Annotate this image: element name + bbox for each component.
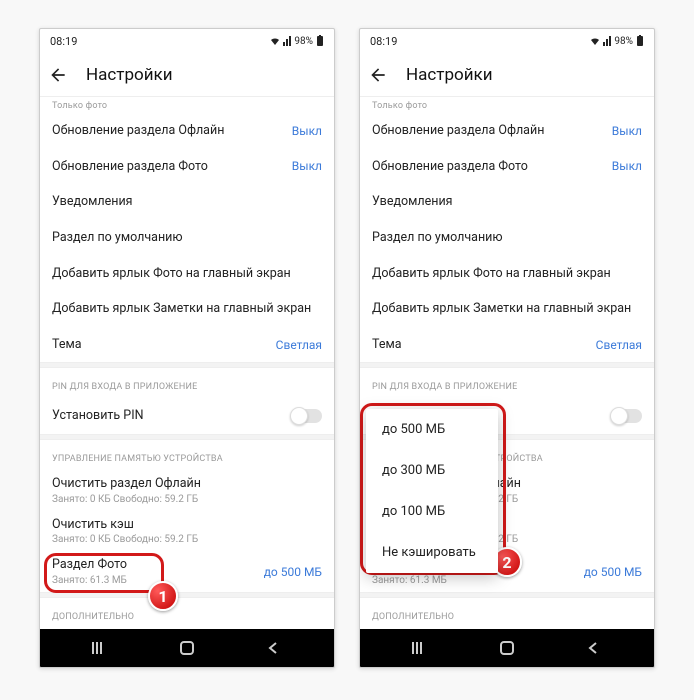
row-notifications[interactable]: Уведомления [40, 184, 334, 220]
row-set-pin[interactable]: Установить PIN [40, 398, 334, 434]
caption-pin: PIN ДЛЯ ВХОДА В ПРИЛОЖЕНИЕ [40, 368, 334, 398]
status-time: 08:19 [50, 35, 77, 48]
cache-size-popup: до 500 МБ до 300 МБ до 100 МБ Не кэширов… [366, 409, 498, 573]
row-clear-offline[interactable]: Очистить раздел Офлайн Занято: 0 КБ Своб… [40, 470, 334, 511]
row-about[interactable]: О программе [40, 628, 334, 629]
title-bar: Настройки [360, 53, 654, 97]
status-time: 08:19 [370, 35, 397, 48]
status-icons: 98% [590, 35, 644, 47]
battery-text: 98% [294, 36, 313, 47]
row-label: Тема [372, 337, 596, 353]
nav-recent-button[interactable] [396, 641, 446, 655]
caption-memory: УПРАВЛЕНИЕ ПАМЯТЬЮ УСТРОЙСТВА [40, 440, 334, 470]
row-value: Выкл [612, 124, 642, 138]
row-add-photo-shortcut[interactable]: Добавить ярлык Фото на главный экран [360, 256, 654, 292]
back-arrow-icon[interactable] [48, 65, 68, 85]
nav-home-button[interactable] [482, 640, 532, 656]
row-add-notes-shortcut[interactable]: Добавить ярлык Заметки на главный экран [360, 291, 654, 327]
popup-option-100[interactable]: до 100 МБ [366, 491, 498, 532]
row-label: Добавить ярлык Заметки на главный экран [372, 301, 642, 317]
popup-option-none[interactable]: Не кэшировать [366, 532, 498, 573]
row-label: Уведомления [372, 194, 642, 210]
row-label: Добавить ярлык Фото на главный экран [52, 266, 322, 282]
row-theme[interactable]: Тема Светлая [360, 327, 654, 363]
pin-toggle[interactable] [292, 409, 322, 423]
row-offline-update[interactable]: Обновление раздела Офлайн Выкл [360, 113, 654, 149]
caption-extra: ДОПОЛНИТЕЛЬНО [360, 598, 654, 628]
row-add-photo-shortcut[interactable]: Добавить ярлык Фото на главный экран [40, 256, 334, 292]
signal-icon [603, 36, 611, 46]
caption-extra: ДОПОЛНИТЕЛЬНО [40, 598, 334, 628]
phone-screenshot-2: 08:19 98% Настройки Только фото Обновлен… [359, 28, 655, 668]
row-value: Выкл [612, 159, 642, 173]
row-label: Очистить кэш [52, 517, 142, 533]
back-arrow-icon[interactable] [368, 65, 388, 85]
row-clear-cache[interactable]: Очистить кэш Занято: 0 КБ Свободно: 59.2… [40, 511, 334, 552]
battery-text: 98% [614, 36, 633, 47]
row-notifications[interactable]: Уведомления [360, 184, 654, 220]
row-label: Установить PIN [52, 408, 292, 424]
row-value: Выкл [292, 124, 322, 138]
row-sub: Занято: 61.3 МБ [52, 575, 264, 586]
row-sub: Занято: 61.3 МБ [372, 575, 584, 586]
row-label: Раздел Фото [52, 557, 264, 573]
caption-only-photo: Только фото [40, 97, 334, 113]
row-label: Обновление раздела Фото [372, 159, 612, 175]
status-bar: 08:19 98% [40, 29, 334, 53]
row-value: Светлая [596, 338, 642, 352]
popup-option-500[interactable]: до 500 МБ [366, 409, 498, 450]
nav-bar [40, 629, 334, 667]
row-value: Выкл [292, 159, 322, 173]
row-sub: Занято: 0 КБ Свободно: 59.2 ГБ [52, 494, 198, 505]
row-sub: Занято: 0 КБ Свободно: 59.2 ГБ [52, 534, 198, 545]
row-offline-update[interactable]: Обновление раздела Офлайн Выкл [40, 113, 334, 149]
nav-back-button[interactable] [568, 641, 618, 655]
phone-screenshot-1: 08:19 98% Настройки Только фото Обновлен… [39, 28, 335, 668]
status-bar: 08:19 98% [360, 29, 654, 53]
status-icons: 98% [270, 35, 324, 47]
wifi-icon [590, 36, 600, 46]
row-theme[interactable]: Тема Светлая [40, 327, 334, 363]
page-title: Настройки [406, 65, 493, 85]
title-bar: Настройки [40, 53, 334, 97]
row-label: Очистить раздел Офлайн [52, 476, 209, 492]
signal-icon [283, 36, 291, 46]
nav-home-button[interactable] [162, 640, 212, 656]
row-about[interactable]: О программе [360, 628, 654, 629]
row-label: Добавить ярлык Заметки на главный экран [52, 301, 322, 317]
row-add-notes-shortcut[interactable]: Добавить ярлык Заметки на главный экран [40, 291, 334, 327]
row-label: Раздел по умолчанию [372, 230, 642, 246]
row-value: до 500 МБ [264, 565, 322, 579]
row-photo-update[interactable]: Обновление раздела Фото Выкл [360, 149, 654, 185]
row-label: Обновление раздела Офлайн [372, 123, 612, 139]
popup-option-300[interactable]: до 300 МБ [366, 450, 498, 491]
row-label: Уведомления [52, 194, 322, 210]
settings-content: Только фото Обновление раздела Офлайн Вы… [40, 97, 334, 629]
caption-only-photo: Только фото [360, 97, 654, 113]
battery-icon [316, 35, 324, 47]
row-value: до 500 МБ [584, 565, 642, 579]
row-label: Обновление раздела Офлайн [52, 123, 292, 139]
row-label: Раздел по умолчанию [52, 230, 322, 246]
pin-toggle[interactable] [612, 409, 642, 423]
caption-pin: PIN ДЛЯ ВХОДА В ПРИЛОЖЕНИЕ [360, 368, 654, 398]
nav-recent-button[interactable] [76, 641, 126, 655]
row-label: Тема [52, 337, 276, 353]
row-value: Светлая [276, 338, 322, 352]
row-photo-section[interactable]: Раздел Фото Занято: 61.3 МБ до 500 МБ [40, 551, 334, 592]
row-label: Обновление раздела Фото [52, 159, 292, 175]
nav-bar [360, 629, 654, 667]
row-photo-update[interactable]: Обновление раздела Фото Выкл [40, 149, 334, 185]
row-default-section[interactable]: Раздел по умолчанию [360, 220, 654, 256]
nav-back-button[interactable] [248, 641, 298, 655]
row-label: Добавить ярлык Фото на главный экран [372, 266, 642, 282]
settings-content: Только фото Обновление раздела Офлайн Вы… [360, 97, 654, 629]
battery-icon [636, 35, 644, 47]
wifi-icon [270, 36, 280, 46]
page-title: Настройки [86, 65, 173, 85]
row-default-section[interactable]: Раздел по умолчанию [40, 220, 334, 256]
